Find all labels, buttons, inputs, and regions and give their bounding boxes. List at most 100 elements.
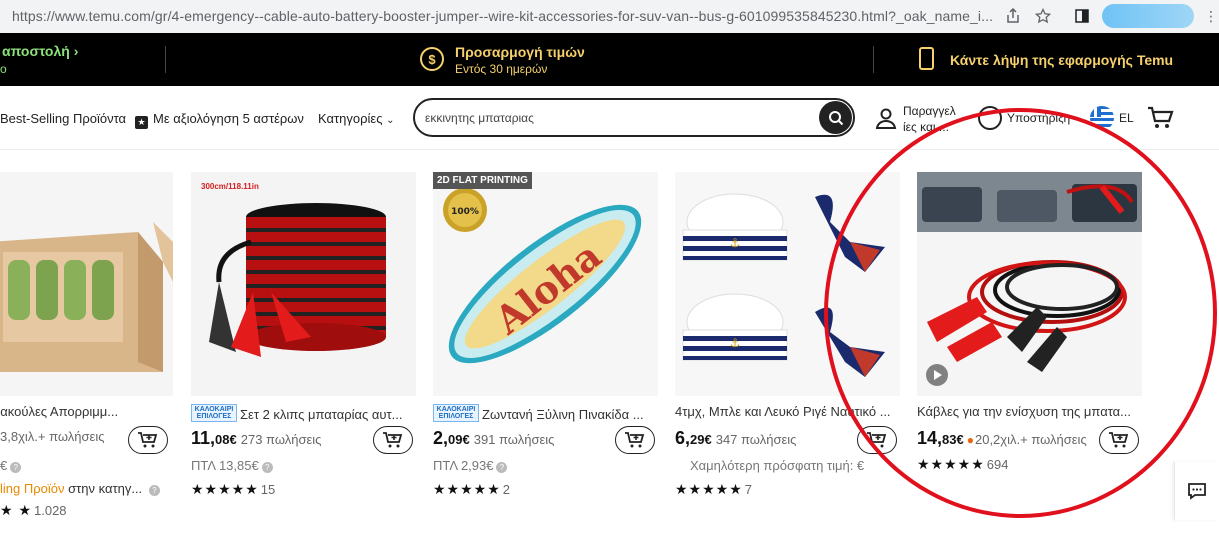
profile-avatar[interactable] <box>1102 4 1194 28</box>
info-icon[interactable]: ? <box>496 462 508 473</box>
price-row: 3,8χιλ.+ πωλήσεις <box>0 428 105 450</box>
jumper-cables-illustration <box>917 172 1142 372</box>
price-integer: 2, <box>433 428 449 448</box>
rating-count: 7 <box>744 482 752 497</box>
summer-picks-badge: ΚΑΛΟΚΑΙΡΙ ΕΠΙΛΟΓΕΣ <box>191 404 237 422</box>
greece-flag-icon[interactable] <box>1090 106 1114 130</box>
product-card[interactable]: 2D FLAT PRINTING Aloha 100% ΚΑΛΟΚΑΙΡΙ ΕΠ… <box>433 172 658 549</box>
svg-text:⚓: ⚓ <box>730 336 741 350</box>
aloha-sign-illustration: Aloha 100% <box>443 188 642 364</box>
product-title[interactable]: 4τμχ, Μπλε και Λευκό Ριγέ Ναυτικό ... <box>675 404 897 419</box>
add-cart-icon <box>383 432 403 448</box>
search-input[interactable] <box>425 109 805 127</box>
add-cart-icon <box>138 432 158 448</box>
info-icon[interactable]: ? <box>261 462 273 473</box>
product-title[interactable]: βροχες Σακούλες Απορριμμ... <box>0 404 170 419</box>
orders-link-line1[interactable]: Παραγγελ <box>903 104 956 118</box>
price-row: 11,08€ 273 πωλήσεις <box>191 428 321 450</box>
star-icons: ★★★★★ <box>191 481 259 497</box>
cart-icon[interactable] <box>1146 104 1174 132</box>
product-image[interactable]: 2D FLAT PRINTING Aloha 100% <box>433 172 658 396</box>
lowest-price-note: Χαμηλότερη πρόσφατη τιμή: € <box>690 458 865 473</box>
product-image[interactable] <box>0 172 173 396</box>
add-to-cart-button[interactable] <box>128 426 168 454</box>
price-integer: 14, <box>917 428 943 448</box>
star-icons: ★★★★★ <box>433 481 501 497</box>
promo-divider <box>873 46 874 73</box>
info-icon[interactable]: ? <box>10 462 22 473</box>
star-icons: ★ ★ <box>0 502 32 518</box>
orders-link-line2[interactable]: ίες και ... <box>903 120 949 134</box>
product-image[interactable]: ⚓ ⚓ <box>675 172 900 396</box>
side-panel-icon[interactable] <box>1072 6 1092 26</box>
original-price: ΠΤΛ 13,85€ <box>191 458 259 473</box>
product-card[interactable]: Κάβλες για την ενίσχυση της μπατα... 14,… <box>917 172 1142 549</box>
product-title[interactable]: Κάβλες για την ενίσχυση της μπατα... <box>917 404 1139 419</box>
rating-count: 694 <box>986 457 1009 472</box>
price-decimal: 08€ <box>215 432 237 447</box>
star-icons: ★★★★★ <box>675 481 743 497</box>
sailor-hats-illustration: ⚓ ⚓ <box>682 193 885 377</box>
chat-button[interactable] <box>1174 462 1219 520</box>
rating: ★★★★★ 15 <box>191 481 275 498</box>
sold-count: 391 πωλήσεις <box>473 432 555 447</box>
add-to-cart-button[interactable] <box>373 426 413 454</box>
search-icon <box>828 110 843 125</box>
support-link[interactable]: Υποστήριξη <box>1007 111 1077 125</box>
nav-best-selling[interactable]: Best-Selling Προϊόντα <box>0 111 126 126</box>
tag-rest: στην κατηγ... <box>68 481 143 496</box>
language-selector[interactable]: EL <box>1119 111 1134 125</box>
download-app-link[interactable]: Κάντε λήψη της εφαρμογής Temu <box>950 52 1173 68</box>
product-title[interactable]: ΚΑΛΟΚΑΙΡΙ ΕΠΙΛΟΓΕΣ Σετ 2 κλιπς μπαταρίας … <box>191 404 413 422</box>
summer-picks-badge: ΚΑΛΟΚΑΙΡΙ ΕΠΙΛΟΓΕΣ <box>433 404 479 422</box>
fire-icon: ● <box>966 433 974 447</box>
price-adjust-sub: Εντός 30 ημερών <box>455 62 548 76</box>
chat-icon <box>1188 483 1206 500</box>
product-photo-box <box>0 222 173 372</box>
product-card[interactable]: 300cm/118.11in ΚΑΛΟΚΑΙΡΙ ΕΠΙΛΟΓΕΣ Σετ 2 … <box>191 172 416 549</box>
sold-count: 347 πωλήσεις <box>715 432 797 447</box>
product-image[interactable]: 300cm/118.11in <box>191 172 416 396</box>
browser-menu-icon[interactable]: ⋮ <box>1204 8 1218 25</box>
product-subline: ΠΤΛ 2,93€? <box>433 458 508 473</box>
nav-categories-label: Κατηγορίες <box>318 111 383 126</box>
support-icon[interactable] <box>978 106 1002 130</box>
play-video-icon[interactable] <box>926 364 948 386</box>
add-cart-icon <box>1109 432 1129 448</box>
add-to-cart-button[interactable] <box>615 426 655 454</box>
rating-count: 1.028 <box>34 503 67 518</box>
rating: ★ ★ 1.028 <box>0 502 67 519</box>
product-subline: €? <box>0 458 22 473</box>
price-integer: 6, <box>675 428 691 448</box>
search-button[interactable] <box>819 101 852 134</box>
tag-highlight: ling Προϊόν <box>0 481 65 496</box>
promo-divider <box>165 46 166 73</box>
free-shipping-promo[interactable]: αποστολή › <box>2 43 78 59</box>
user-icon[interactable] <box>874 106 898 130</box>
address-bar[interactable]: https://www.temu.com/gr/4-emergency--cab… <box>12 8 992 24</box>
screen: https://www.temu.com/gr/4-emergency--cab… <box>0 0 1219 549</box>
sold-count: 20,2χιλ.+ πωλήσεις <box>974 432 1087 447</box>
price-decimal: 09€ <box>448 432 470 447</box>
nav-five-star[interactable]: ★ Με αξιολόγηση 5 αστέρων <box>135 111 304 129</box>
product-card[interactable]: βροχες Σακούλες Απορριμμ... 3,8χιλ.+ πωλ… <box>0 172 173 549</box>
bookmark-star-icon[interactable] <box>1033 6 1053 26</box>
product-title[interactable]: ΚΑΛΟΚΑΙΡΙ ΕΠΙΛΟΓΕΣ Ζωντανή Ξύλινη Πινακίδ… <box>433 404 655 422</box>
product-title-text: Σετ 2 κλιπς μπαταρίας αυτ... <box>240 407 403 422</box>
price-row: 6,29€ 347 πωλήσεις <box>675 428 796 450</box>
product-image[interactable] <box>917 172 1142 396</box>
add-to-cart-button[interactable] <box>857 426 897 454</box>
rating: ★★★★★ 694 <box>917 456 1008 473</box>
guarantee-seal-text: 100% <box>451 207 479 217</box>
search-box <box>413 98 855 137</box>
nav-categories[interactable]: Κατηγορίες ⌄ <box>318 111 394 126</box>
star-icons: ★★★★★ <box>917 456 985 472</box>
info-icon[interactable]: ? <box>148 485 160 496</box>
rating-count: 2 <box>502 482 510 497</box>
product-card[interactable]: ⚓ ⚓ 4τμχ, Μπλε και Λευκό Ριγέ Ναυτικό ..… <box>675 172 900 549</box>
rating: ★★★★★ 7 <box>675 481 752 498</box>
price-decimal: 83€ <box>942 432 964 447</box>
add-to-cart-button[interactable] <box>1099 426 1139 454</box>
share-icon[interactable] <box>1003 6 1023 26</box>
price-adjust-title[interactable]: Προσαρμογή τιμών <box>455 44 585 60</box>
